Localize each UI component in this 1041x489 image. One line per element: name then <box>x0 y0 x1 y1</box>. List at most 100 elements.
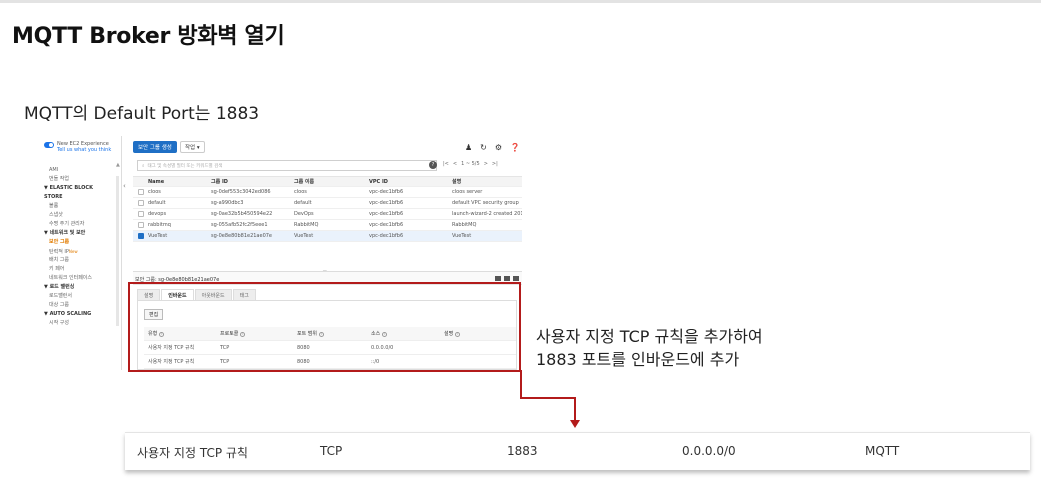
sidebar-item-label: AMI <box>49 167 59 173</box>
sidebar-item-label: ▼ ELASTIC BLOCK <box>44 185 93 191</box>
inbound-highlight-box <box>128 282 521 372</box>
refresh-icon[interactable]: ↻ <box>480 143 487 152</box>
security-groups-table: Name 그룹 ID 그룹 이름 VPC ID 설명 cloos sg-0def5… <box>133 176 522 242</box>
row-checkbox[interactable] <box>137 200 144 206</box>
table-cell: default VPC security group <box>452 200 519 206</box>
new-rule-row: 사용자 지정 TCP 규칙 TCP 1883 0.0.0.0/0 MQTT <box>125 432 1030 470</box>
layout-bottom-icon[interactable] <box>495 276 501 281</box>
rule-protocol: TCP <box>320 444 343 458</box>
column-header-vpc-id[interactable]: VPC ID <box>369 179 452 185</box>
column-header-name[interactable]: Name <box>148 179 211 185</box>
table-cell: cloos server <box>452 189 483 195</box>
sidebar-item: ▼ 로드 밸런싱 <box>40 283 120 292</box>
connector-line <box>574 397 576 422</box>
sidebar-item-label: 네트워크 인터페이스 <box>49 275 92 281</box>
help-circle-icon[interactable]: ❓ <box>510 143 520 152</box>
sidebar-item-label: ▼ AUTO SCALING <box>44 311 92 317</box>
layout-side-icon[interactable] <box>504 276 510 281</box>
sidebar-item[interactable]: 네트워크 인터페이스 <box>40 274 120 283</box>
create-security-group-button[interactable]: 보안 그룹 생성 <box>133 141 177 153</box>
table-cell: vpc-dec1bfb6 <box>369 222 404 228</box>
sidebar-item[interactable]: 수명 주기 관리자 <box>40 220 120 229</box>
table-header-row: Name 그룹 ID 그룹 이름 VPC ID 설명 <box>133 176 522 187</box>
row-checkbox[interactable] <box>137 189 144 195</box>
sidebar-item-label: ▼ 네트워크 및 보안 <box>44 230 86 236</box>
sidebar-item-label: 탄력적 IP <box>49 249 69 255</box>
table-cell: vpc-dec1bfb6 <box>369 233 404 239</box>
table-row[interactable]: rabbitmq sg-055afb52fc2f5eee1 RabbitMQ vpc-… <box>133 220 522 231</box>
question-icon[interactable]: ? <box>429 161 437 169</box>
table-cell: RabbitMQ <box>294 222 319 228</box>
pagination: |< < 1 ~ 5/5 > >| <box>443 161 498 167</box>
sidebar-item-label: STORE <box>44 194 63 200</box>
next-page-icon[interactable]: > <box>484 161 488 167</box>
page-subtitle: MQTT의 Default Port는 1883 <box>24 104 260 124</box>
sidebar-item[interactable]: 로드밸런서 <box>40 292 120 301</box>
row-checkbox[interactable] <box>137 222 144 228</box>
last-page-icon[interactable]: >| <box>492 161 498 167</box>
sidebar-item: ▼ 네트워크 및 보안 <box>40 229 120 238</box>
sidebar-item[interactable]: 대상 그룹 <box>40 301 120 310</box>
sidebar-item[interactable]: 탄력적 IPNew <box>40 247 120 256</box>
search-input[interactable]: ⌕ 태그 및 속성별 필터 또는 키워드별 검색 <box>137 160 437 171</box>
layout-full-icon[interactable] <box>513 276 519 281</box>
sidebar-item[interactable]: AMI <box>40 166 120 175</box>
ec2-sidebar: New EC2 Experience Tell us what you thin… <box>40 136 122 370</box>
table-cell: devops <box>148 211 167 217</box>
table-cell: vpc-dec1bfb6 <box>369 211 404 217</box>
table-cell: default <box>294 200 312 206</box>
note-line-1: 사용자 지정 TCP 규칙을 추가하여 <box>536 327 763 346</box>
rule-source: 0.0.0.0/0 <box>682 444 736 458</box>
sidebar-item[interactable]: 배치 그룹 <box>40 256 120 265</box>
table-cell: vpc-dec1bfb6 <box>369 189 404 195</box>
toggle-switch[interactable] <box>44 142 54 148</box>
new-experience-toggle[interactable]: New EC2 Experience Tell us what you thin… <box>44 141 111 153</box>
sidebar-item[interactable]: 번들 작업 <box>40 175 120 184</box>
sidebar-item-label: 로드밸런서 <box>49 293 73 299</box>
rule-description: MQTT <box>865 444 900 458</box>
new-badge: New <box>68 249 78 254</box>
sidebar-item-label: 키 페어 <box>49 266 65 272</box>
connector-line <box>520 397 576 399</box>
sidebar-item[interactable]: 키 페어 <box>40 265 120 274</box>
sidebar-item-label: 대상 그룹 <box>49 302 69 308</box>
sidebar-item-label: ▼ 로드 밸런싱 <box>44 284 75 290</box>
table-row[interactable]: devops sg-0ae32b5b450594e22 DevOps vpc-dec1… <box>133 209 522 220</box>
gear-icon[interactable]: ⚙ <box>495 143 502 152</box>
column-header-description[interactable]: 설명 <box>452 178 522 185</box>
sidebar-item[interactable]: 보안 그룹 <box>40 238 120 247</box>
table-cell: sg-a990dbc3 <box>211 200 244 206</box>
table-cell: vpc-dec1bfb6 <box>369 200 404 206</box>
actions-dropdown-button[interactable]: 작업 ▾ <box>180 141 205 153</box>
user-icon[interactable]: ♟ <box>465 143 472 152</box>
sidebar-item-label: 배치 그룹 <box>49 257 69 263</box>
row-checkbox[interactable] <box>137 233 144 239</box>
sidebar-item[interactable]: 볼륨 <box>40 202 120 211</box>
connector-line <box>520 370 522 399</box>
column-header-group-id[interactable]: 그룹 ID <box>211 178 294 185</box>
table-cell: sg-055afb52fc2f5eee1 <box>211 222 268 228</box>
table-cell: sg-0def553c3042ed086 <box>211 189 271 195</box>
feedback-link[interactable]: Tell us what you think <box>57 147 111 153</box>
table-cell: VueTest <box>294 233 314 239</box>
rule-port: 1883 <box>507 444 538 458</box>
search-placeholder: 태그 및 속성별 필터 또는 키워드별 검색 <box>147 163 223 169</box>
table-row[interactable]: VueTest sg-0e8e80b81e21ae07e VueTest vpc-de… <box>133 231 522 242</box>
table-row[interactable]: cloos sg-0def553c3042ed086 cloos vpc-dec1bf… <box>133 187 522 198</box>
top-divider <box>0 0 1041 3</box>
sidebar-item[interactable]: 시작 구성 <box>40 319 120 328</box>
table-row[interactable]: default sg-a990dbc3 default vpc-dec1bfb6 def… <box>133 198 522 209</box>
search-icon: ⌕ <box>142 163 145 169</box>
table-cell: launch-wizard-2 created 2019 <box>452 211 522 217</box>
table-cell: DevOps <box>294 211 314 217</box>
sidebar-nav-list: AMI 번들 작업 ▼ ELASTIC BLOCK STORE 볼륨 스냅샷 수명 주기 관… <box>40 166 120 328</box>
collapse-sidebar-icon[interactable]: ‹ <box>123 182 126 190</box>
first-page-icon[interactable]: |< <box>443 161 449 167</box>
column-header-group-name[interactable]: 그룹 이름 <box>294 178 369 185</box>
prev-page-icon[interactable]: < <box>453 161 457 167</box>
sidebar-scrollbar[interactable] <box>116 176 119 326</box>
sidebar-item: ▼ AUTO SCALING <box>40 310 120 319</box>
row-checkbox[interactable] <box>137 211 144 217</box>
sidebar-item[interactable]: 스냅샷 <box>40 211 120 220</box>
sidebar-item: STORE <box>40 193 120 202</box>
